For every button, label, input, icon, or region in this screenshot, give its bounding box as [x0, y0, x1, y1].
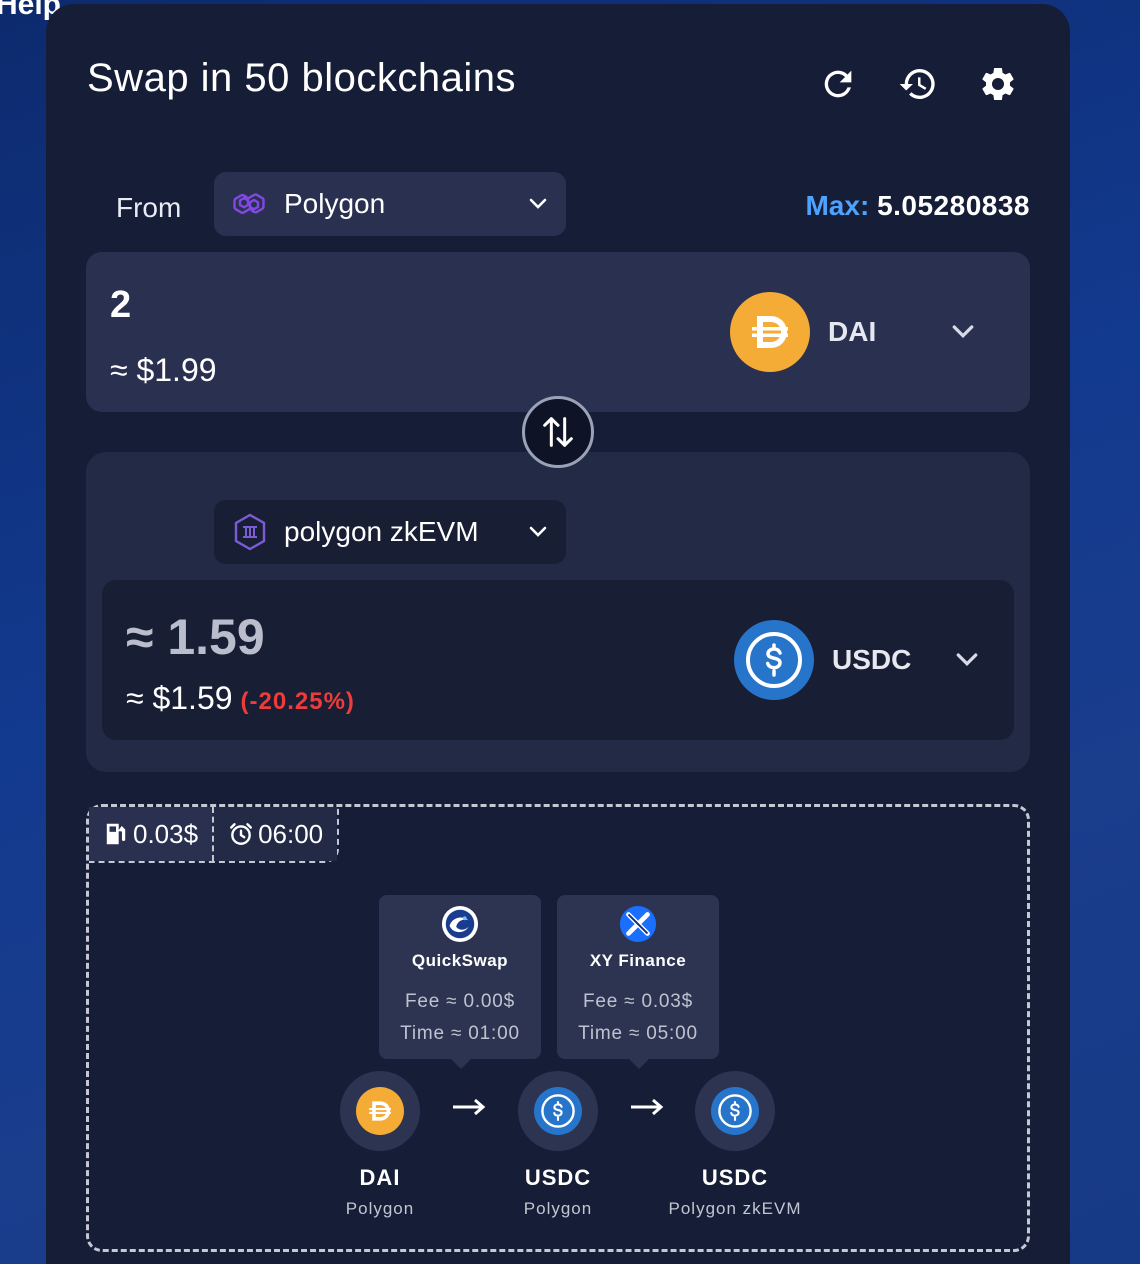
- to-token-select[interactable]: USDC: [734, 620, 982, 700]
- provider-fee: Fee ≈ 0.03$: [582, 991, 694, 1012]
- to-amount-box: ≈ 1.59 ≈ $1.59 (-20.25%) USDC: [102, 580, 1014, 740]
- usdc-token-icon: [534, 1087, 582, 1135]
- route-summary: 0.03$ 06:00: [89, 807, 340, 863]
- route-node-token: DAI: [359, 1165, 401, 1190]
- swap-arrows-icon: [543, 417, 573, 447]
- route-node-token: USDC: [524, 1165, 592, 1190]
- route-node-chain: Polygon zkEVM: [668, 1199, 802, 1218]
- usdc-token-icon: [734, 620, 814, 700]
- price-impact: (-20.25%): [240, 688, 355, 715]
- from-amount-usd: ≈ $1.99: [110, 352, 217, 388]
- route-node-dai: DAI Polygon: [280, 1071, 480, 1219]
- from-label: From: [116, 192, 182, 223]
- to-section: polygon zkEVM ≈ 1.59 ≈ $1.59 (-20.25%) US…: [86, 452, 1030, 772]
- provider-time: Time ≈ 05:00: [578, 1023, 698, 1044]
- chevron-down-icon: [952, 325, 974, 339]
- to-amount: ≈ 1.59: [126, 609, 265, 665]
- dai-token-icon: [356, 1087, 404, 1135]
- from-token-name: DAI: [828, 316, 877, 347]
- provider-fee: Fee ≈ 0.00$: [404, 991, 516, 1012]
- gas-pump-icon: [106, 823, 126, 845]
- refresh-icon[interactable]: [816, 62, 860, 106]
- alarm-clock-icon: [230, 823, 253, 845]
- route-node-token: USDC: [701, 1165, 769, 1190]
- settings-gear-icon[interactable]: [976, 62, 1020, 106]
- swap-panel: Swap in 50 blockchains From Polygon Max:…: [46, 4, 1070, 1264]
- from-chain-select[interactable]: Polygon: [214, 172, 566, 236]
- polygon-logo-icon: [233, 193, 265, 214]
- route-node-chain: Polygon: [523, 1199, 593, 1218]
- route-node-usdc-polygon: USDC Polygon: [458, 1071, 658, 1219]
- provider-name: XY Finance: [589, 951, 687, 970]
- route-node-circle: [340, 1071, 420, 1151]
- route-node-circle: [518, 1071, 598, 1151]
- route-box: 0.03$ 06:00 QuickSwap Fee ≈ 0.00$ Time ≈…: [86, 804, 1030, 1252]
- chevron-down-icon: [529, 198, 547, 209]
- route-node-chain: Polygon: [345, 1199, 415, 1218]
- route-node-usdc-zkevm: USDC Polygon zkEVM: [635, 1071, 835, 1219]
- provider-time: Time ≈ 01:00: [400, 1023, 520, 1044]
- eta-value: 06:00: [258, 818, 324, 849]
- route-node-circle: [695, 1071, 775, 1151]
- max-balance[interactable]: Max: 5.05280838: [805, 190, 1030, 222]
- history-icon[interactable]: [896, 62, 940, 106]
- to-token-name: USDC: [832, 644, 912, 675]
- gas-fee-value: 0.03$: [133, 818, 199, 849]
- max-value: 5.05280838: [877, 190, 1030, 221]
- from-amount-box: ≈ $1.99 DAI: [86, 252, 1030, 412]
- chevron-down-icon: [529, 526, 547, 537]
- to-chain-select[interactable]: polygon zkEVM: [214, 500, 566, 564]
- gas-fee-badge: 0.03$: [89, 807, 213, 861]
- polygon-zkevm-logo-icon: [234, 513, 266, 551]
- from-chain-name: Polygon: [284, 188, 386, 219]
- swap-direction-button[interactable]: [522, 396, 594, 468]
- chevron-down-icon: [956, 653, 978, 667]
- eta-badge: 06:00: [212, 807, 338, 861]
- dai-token-icon: [730, 292, 810, 372]
- quickswap-logo-icon: [441, 905, 479, 943]
- page-title: Swap in 50 blockchains: [87, 56, 517, 100]
- from-amount-input[interactable]: [110, 284, 510, 327]
- to-usd-value: ≈ $1.59: [126, 680, 233, 716]
- to-amount-usd: ≈ $1.59 (-20.25%): [126, 680, 355, 717]
- provider-name: QuickSwap: [411, 951, 509, 970]
- to-chain-name: polygon zkEVM: [284, 516, 479, 547]
- max-label[interactable]: Max:: [805, 190, 869, 221]
- xy-finance-logo-icon: [619, 905, 657, 943]
- provider-card-xy-finance: XY Finance Fee ≈ 0.03$ Time ≈ 05:00: [557, 895, 719, 1069]
- provider-card-quickswap: QuickSwap Fee ≈ 0.00$ Time ≈ 01:00: [379, 895, 541, 1069]
- from-token-select[interactable]: DAI: [730, 292, 978, 372]
- usdc-token-icon: [711, 1087, 759, 1135]
